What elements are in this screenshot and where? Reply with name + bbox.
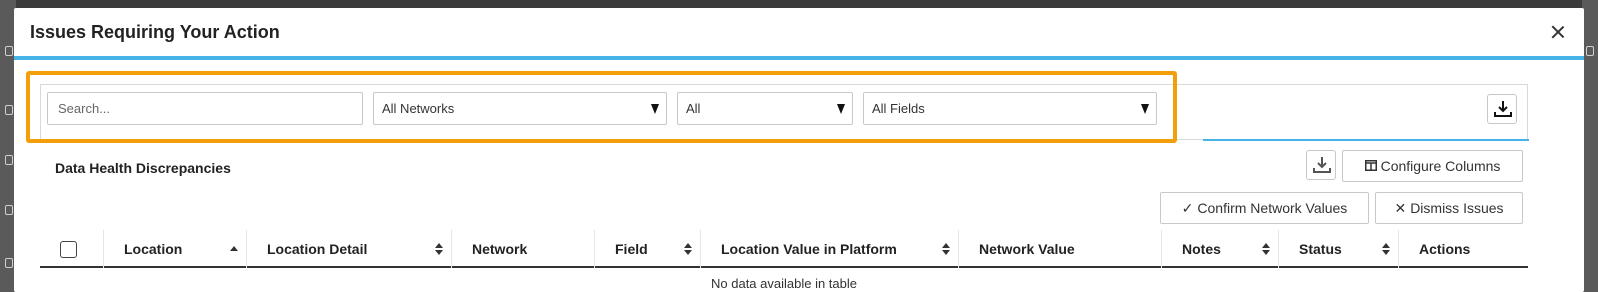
modal-header: Issues Requiring Your Action	[14, 8, 1584, 60]
sidebar-icon	[5, 105, 13, 115]
column-label: Actions	[1419, 241, 1471, 257]
column-location-value[interactable]: Location Value in Platform	[701, 230, 959, 268]
dismiss-label: Dismiss Issues	[1410, 200, 1504, 216]
column-actions: Actions	[1399, 230, 1528, 268]
configure-columns-button[interactable]: Configure Columns	[1342, 150, 1523, 182]
sort-icon	[684, 243, 692, 255]
column-label: Status	[1299, 241, 1342, 257]
column-network: Network	[452, 230, 595, 268]
check-icon: ✓	[1181, 200, 1194, 216]
confirm-label: Confirm Network Values	[1197, 200, 1348, 216]
column-label: Network Value	[979, 241, 1075, 257]
caret-down-icon	[837, 104, 845, 114]
status-select[interactable]: All	[677, 92, 853, 125]
select-all-checkbox[interactable]	[60, 241, 77, 258]
sort-icon	[435, 243, 443, 255]
table-header: Location Location Detail Network Field L…	[40, 230, 1528, 268]
sidebar-icon	[5, 258, 13, 268]
download-icon	[1494, 101, 1512, 117]
sort-icon	[942, 243, 950, 255]
column-label: Network	[472, 241, 528, 257]
sidebar-icon	[5, 205, 13, 215]
sidebar-icon	[5, 155, 13, 165]
search-input[interactable]	[47, 92, 363, 125]
caret-down-icon	[651, 104, 659, 114]
section-title: Data Health Discrepancies	[55, 160, 231, 176]
fields-select[interactable]: All Fields	[863, 92, 1157, 125]
column-label: Notes	[1182, 241, 1221, 257]
column-location[interactable]: Location	[104, 230, 247, 268]
caret-down-icon	[1141, 104, 1149, 114]
column-location-detail[interactable]: Location Detail	[247, 230, 452, 268]
filter-bar-accent	[1203, 139, 1529, 141]
close-icon[interactable]	[1548, 22, 1568, 42]
x-icon: ✕	[1394, 200, 1407, 216]
backdrop-right	[1582, 0, 1598, 292]
export-button[interactable]	[1487, 94, 1517, 124]
home-icon	[5, 46, 13, 56]
column-notes[interactable]: Notes	[1162, 230, 1279, 268]
column-label: Location	[124, 241, 183, 257]
column-network-value: Network Value	[959, 230, 1162, 268]
column-label: Location Detail	[267, 241, 368, 257]
modal-title: Issues Requiring Your Action	[30, 22, 280, 42]
column-select-all	[40, 230, 104, 268]
column-field[interactable]: Field	[595, 230, 701, 268]
issues-modal: Issues Requiring Your Action All Network…	[14, 8, 1584, 292]
sort-asc-icon	[230, 246, 238, 258]
status-select-value: All	[686, 101, 701, 116]
column-status[interactable]: Status	[1279, 230, 1399, 268]
sort-icon	[1382, 243, 1390, 255]
network-select[interactable]: All Networks	[373, 92, 667, 125]
confirm-network-values-button[interactable]: ✓ Confirm Network Values	[1160, 192, 1369, 224]
user-icon	[1586, 46, 1594, 56]
table-download-button[interactable]	[1306, 150, 1336, 180]
column-label: Field	[615, 241, 648, 257]
network-select-value: All Networks	[382, 101, 455, 116]
dismiss-issues-button[interactable]: ✕ Dismiss Issues	[1375, 192, 1523, 224]
column-label: Location Value in Platform	[721, 241, 897, 257]
empty-table-message: No data available in table	[711, 276, 857, 291]
columns-icon	[1364, 151, 1377, 181]
configure-columns-label: Configure Columns	[1380, 158, 1501, 174]
fields-select-value: All Fields	[872, 101, 925, 116]
sort-icon	[1262, 243, 1270, 255]
download-icon	[1313, 157, 1331, 173]
